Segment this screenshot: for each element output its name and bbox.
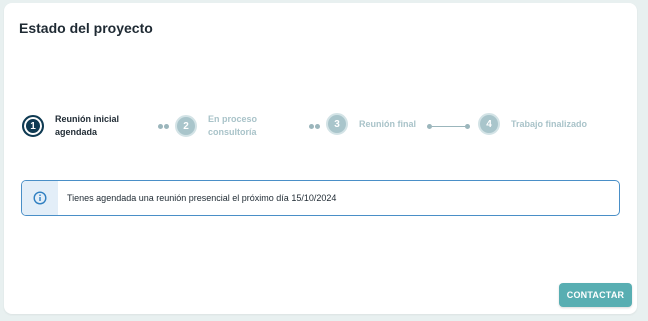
connector-dot	[164, 124, 169, 129]
connector-1-2	[158, 124, 169, 129]
step-1: 1 Reunión inicial agendada	[22, 113, 119, 139]
step-3-label-line1: Reunión final	[359, 118, 416, 129]
contact-button[interactable]: CONTACTAR	[559, 283, 632, 307]
connector-3-4	[427, 124, 470, 129]
step-2-circle: 2	[175, 115, 197, 137]
step-4: 4 Trabajo finalizado	[478, 113, 587, 135]
connector-dot	[309, 124, 314, 129]
step-1-label: Reunión inicial agendada	[55, 113, 119, 139]
info-banner: Tienes agendada una reunión presencial e…	[21, 180, 620, 216]
card-title: Estado del proyecto	[19, 20, 153, 36]
step-1-label-line2: agendada	[55, 127, 98, 137]
step-2-label-line2: consultoría	[208, 127, 257, 137]
step-1-label-line1: Reunión inicial	[55, 114, 120, 124]
connector-2-3	[309, 124, 320, 129]
step-2-label-line1: En proceso	[208, 114, 258, 124]
project-status-card: Estado del proyecto 1 Reunión inicial ag…	[4, 3, 637, 314]
info-text: Tienes agendada una reunión presencial e…	[67, 193, 337, 203]
step-2: 2 En proceso consultoría	[175, 113, 257, 139]
connector-dot	[158, 124, 163, 129]
connector-dot	[465, 124, 470, 129]
step-4-circle: 4	[478, 113, 500, 135]
step-3-label: Reunión final	[359, 118, 416, 131]
step-3-circle: 3	[326, 113, 348, 135]
step-4-label: Trabajo finalizado	[511, 118, 587, 131]
connector-line	[432, 126, 465, 127]
connector-dot	[315, 124, 320, 129]
info-icon-container	[22, 181, 58, 215]
step-2-label: En proceso consultoría	[208, 113, 257, 139]
info-icon	[33, 191, 47, 205]
step-4-label-line1: Trabajo finalizado	[511, 118, 588, 129]
step-3: 3 Reunión final	[326, 113, 416, 135]
step-1-circle: 1	[22, 115, 44, 137]
